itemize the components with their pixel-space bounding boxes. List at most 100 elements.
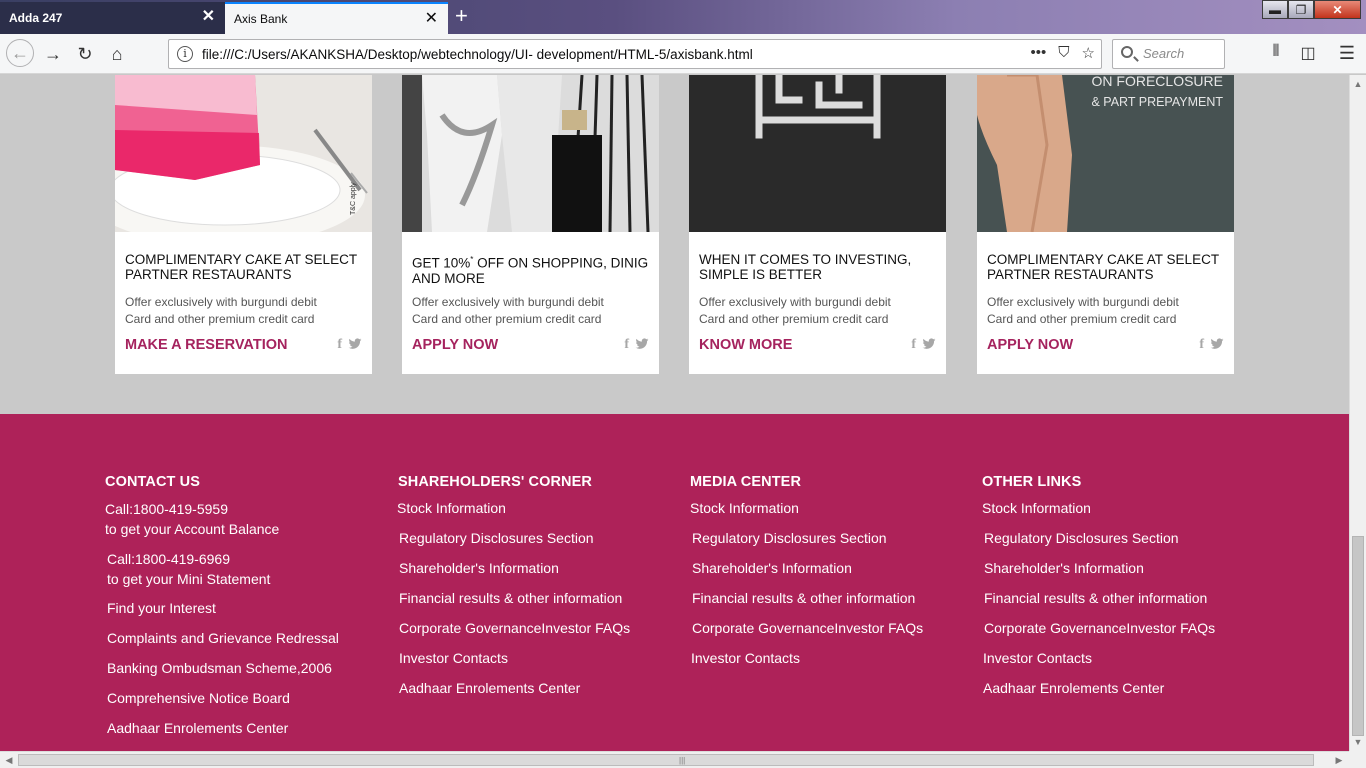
footer-heading: OTHER LINKS: [982, 474, 1082, 490]
tab-adda247[interactable]: Adda 247 ✕: [0, 2, 225, 34]
make-reservation-link[interactable]: MAKE A RESERVATION: [125, 337, 287, 353]
know-more-link[interactable]: KNOW MORE: [699, 337, 792, 353]
footer-link[interactable]: Comprehensive Notice Board: [107, 689, 339, 707]
contact-phone[interactable]: Call:1800-419-6969: [107, 549, 339, 569]
facebook-icon[interactable]: f: [337, 337, 342, 353]
search-input[interactable]: [1143, 46, 1221, 61]
sidebar-icon[interactable]: ◫: [1297, 43, 1319, 65]
footer-link[interactable]: Shareholder's Information: [984, 559, 1215, 577]
social-links: f: [911, 337, 936, 353]
contact-desc: to get your Mini Statement: [107, 571, 271, 587]
card-description: Offer exclusively with burgundi debit Ca…: [699, 294, 939, 328]
footer-column-contact: CONTACT US Call:1800-419-5959 to get you…: [105, 474, 339, 749]
menu-icon[interactable]: ☰: [1336, 43, 1358, 65]
contact-phone[interactable]: Call:1800-419-5959: [105, 499, 339, 519]
footer-link[interactable]: Shareholder's Information: [692, 559, 923, 577]
scroll-down-icon[interactable]: ▼: [1353, 737, 1363, 747]
address-bar[interactable]: i file:///C:/Users/AKANKSHA/Desktop/webt…: [168, 39, 1102, 69]
offer-card: WHEN IT COMES TO INVESTING, SIMPLE IS BE…: [689, 75, 946, 374]
card-title: WHEN IT COMES TO INVESTING, SIMPLE IS BE…: [699, 252, 912, 282]
offer-card: T&C apply COMPLIMENTARY CAKE AT SELECT P…: [115, 75, 372, 374]
maximize-button[interactable]: ❐: [1288, 0, 1314, 19]
offers-section: T&C apply COMPLIMENTARY CAKE AT SELECT P…: [0, 75, 1349, 414]
contact-mini-statement: Call:1800-419-6969 to get your Mini Stat…: [105, 549, 339, 589]
url-text[interactable]: file:///C:/Users/AKANKSHA/Desktop/webtec…: [202, 47, 753, 62]
footer-link[interactable]: Regulatory Disclosures Section: [984, 529, 1215, 547]
footer-link[interactable]: Stock Information: [982, 499, 1215, 517]
tab-title: Adda 247: [9, 11, 63, 25]
footer-link[interactable]: Regulatory Disclosures Section: [692, 529, 923, 547]
home-icon[interactable]: ⌂: [104, 41, 130, 67]
card-desc-line: Card and other premium credit card: [699, 312, 889, 326]
card-description: Offer exclusively with burgundi debit Ca…: [987, 294, 1227, 328]
footer-link[interactable]: Stock Information: [397, 499, 630, 517]
tab-axis-bank[interactable]: Axis Bank ✕: [225, 2, 448, 34]
scrollbar-corner: [1349, 751, 1366, 768]
close-tab-icon[interactable]: ✕: [425, 11, 438, 27]
scroll-left-icon[interactable]: ◀: [4, 755, 14, 765]
card-title: COMPLIMENTARY CAKE AT SELECT PARTNER RES…: [987, 252, 1219, 282]
footer-link[interactable]: Aadhaar Enrolements Center: [399, 679, 630, 697]
reload-icon[interactable]: ↻: [72, 41, 98, 67]
footer-link[interactable]: Financial results & other information: [692, 589, 923, 607]
footer-link[interactable]: Find your Interest: [107, 599, 339, 617]
apply-now-link[interactable]: APPLY NOW: [412, 337, 498, 353]
browser-titlebar: Adda 247 ✕ Axis Bank ✕ + ▬ ❐ ✕: [0, 0, 1366, 34]
horizontal-scroll-thumb[interactable]: |||: [18, 754, 1314, 766]
footer-link[interactable]: Financial results & other information: [399, 589, 630, 607]
twitter-icon[interactable]: [348, 337, 362, 351]
footer-link[interactable]: Aadhaar Enrolements Center: [983, 679, 1215, 697]
minimize-button[interactable]: ▬: [1262, 0, 1288, 19]
image-caption: T&C apply: [350, 182, 357, 215]
social-links: f: [337, 337, 362, 353]
library-icon[interactable]: ⫴: [1265, 43, 1287, 65]
footer-link[interactable]: Corporate GovernanceInvestor FAQs: [692, 619, 923, 637]
tab-title: Axis Bank: [234, 12, 288, 26]
back-icon[interactable]: ←: [6, 39, 34, 67]
footer-link[interactable]: Stock Information: [690, 499, 923, 517]
card-desc-line: Offer exclusively with burgundi debit: [125, 295, 317, 309]
scroll-up-icon[interactable]: ▲: [1353, 79, 1363, 89]
pocket-icon[interactable]: ⛉: [1058, 44, 1069, 62]
contact-desc: to get your Account Balance: [105, 521, 280, 537]
apply-now-link[interactable]: APPLY NOW: [987, 337, 1073, 353]
footer-link[interactable]: Investor Contacts: [691, 649, 923, 667]
vertical-scrollbar[interactable]: ▲ ▼: [1349, 75, 1366, 751]
more-icon[interactable]: •••: [1031, 44, 1047, 62]
horizontal-scrollbar[interactable]: ◀ ||| ▶: [0, 751, 1349, 768]
card-desc-line: Offer exclusively with burgundi debit: [987, 295, 1179, 309]
footer-link[interactable]: Banking Ombudsman Scheme,2006: [107, 659, 339, 677]
card-description: Offer exclusively with burgundi debit Ca…: [125, 294, 365, 328]
info-icon[interactable]: i: [177, 46, 193, 62]
footer-link[interactable]: Financial results & other information: [984, 589, 1215, 607]
footer-link[interactable]: Investor Contacts: [983, 649, 1215, 667]
facebook-icon[interactable]: f: [1199, 337, 1204, 353]
scroll-right-icon[interactable]: ▶: [1334, 755, 1344, 765]
twitter-icon[interactable]: [1210, 337, 1224, 351]
card-desc-line: Offer exclusively with burgundi debit: [699, 295, 891, 309]
footer-link[interactable]: Investor Contacts: [399, 649, 630, 667]
twitter-icon[interactable]: [922, 337, 936, 351]
footer-column-media: MEDIA CENTER Stock Information Regulator…: [690, 474, 923, 679]
bookmark-star-icon[interactable]: ☆: [1082, 44, 1095, 62]
close-tab-icon[interactable]: ✕: [202, 9, 215, 25]
footer-link[interactable]: Corporate GovernanceInvestor FAQs: [984, 619, 1215, 637]
card-desc-line: Offer exclusively with burgundi debit: [412, 295, 604, 309]
social-links: f: [624, 337, 649, 353]
plus-icon[interactable]: +: [455, 5, 468, 27]
facebook-icon[interactable]: f: [911, 337, 916, 353]
forward-icon[interactable]: →: [40, 41, 66, 67]
footer-link[interactable]: Shareholder's Information: [399, 559, 630, 577]
vertical-scroll-thumb[interactable]: [1352, 536, 1364, 736]
twitter-icon[interactable]: [635, 337, 649, 351]
search-box[interactable]: [1112, 39, 1225, 69]
card-desc-line: Card and other premium credit card: [987, 312, 1177, 326]
footer-link[interactable]: Complaints and Grievance Redressal: [107, 629, 339, 647]
close-window-button[interactable]: ✕: [1314, 0, 1361, 19]
footer-link[interactable]: Regulatory Disclosures Section: [399, 529, 630, 547]
footer-link[interactable]: Aadhaar Enrolements Center: [107, 719, 339, 737]
image-text: & PART PREPAYMENT: [1091, 95, 1223, 109]
loan-image: ON FORECLOSURE & PART PREPAYMENT: [977, 75, 1234, 232]
facebook-icon[interactable]: f: [624, 337, 629, 353]
footer-link[interactable]: Corporate GovernanceInvestor FAQs: [399, 619, 630, 637]
